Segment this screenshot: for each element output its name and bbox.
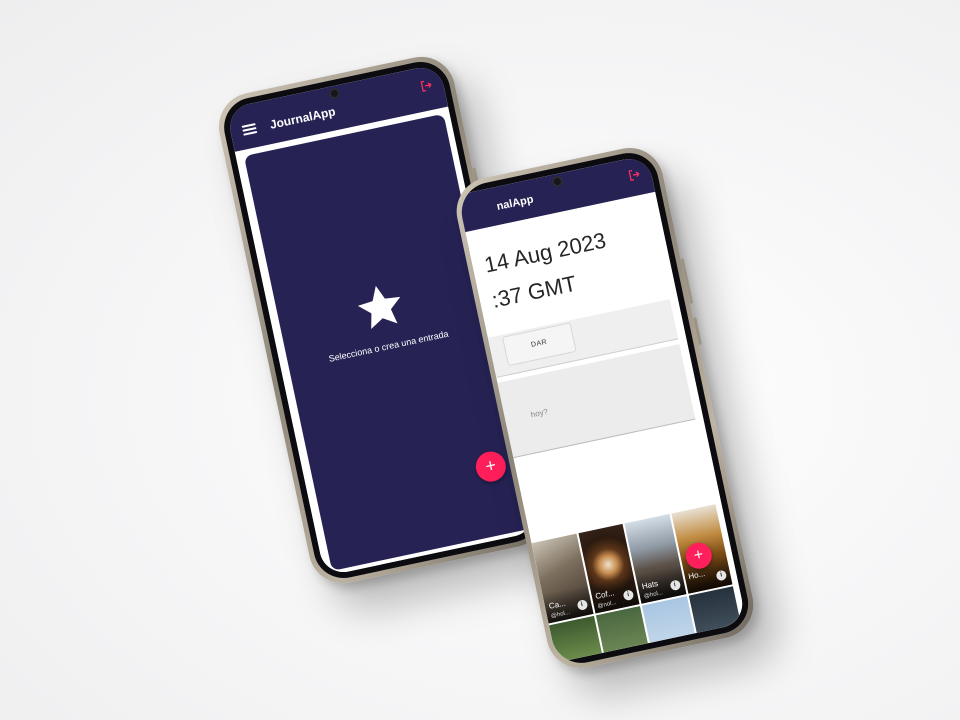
hamburger-menu-icon[interactable] — [241, 123, 258, 136]
star-icon — [357, 285, 401, 329]
logout-icon[interactable] — [418, 77, 435, 94]
entry-time: :37 GMT — [489, 270, 579, 313]
logout-icon[interactable] — [626, 167, 643, 184]
body-placeholder: hoy? — [529, 407, 549, 420]
entry-date: 14 Aug 2023 — [482, 227, 609, 278]
empty-state: Selecciona o crea una entrada — [275, 260, 489, 372]
image-gallery: Ca... @hol... i Cof... @nol... i Hats @h… — [531, 504, 747, 669]
app-title: JournalApp — [268, 104, 337, 132]
app-title: nalApp — [495, 193, 535, 213]
